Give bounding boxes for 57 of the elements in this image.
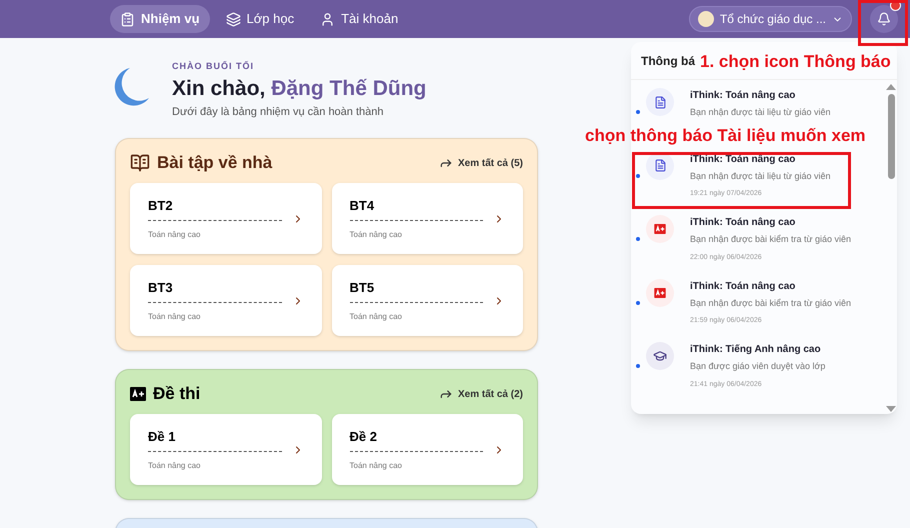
nav-tab[interactable]: Lớp học	[216, 5, 304, 33]
annotation-highlight-box	[858, 0, 908, 46]
layers-icon	[226, 12, 241, 26]
notification-body: Bạn được giáo viên duyệt vào lớp	[690, 360, 826, 373]
task-title: Đề 1	[148, 427, 282, 452]
bell-icon	[877, 12, 891, 26]
task-subject: Toán nâng cao	[148, 228, 202, 241]
notification-body: Bạn nhận được bài kiểm tra từ giáo viên	[690, 233, 852, 246]
grade-sheet-icon	[646, 215, 674, 243]
annotation-text: 1. chọn icon Thông báo	[700, 51, 891, 73]
user-icon	[320, 12, 336, 26]
organization-logo-icon	[698, 11, 714, 27]
view-all-link[interactable]: Xem tất cả (5)	[438, 156, 523, 170]
notification-body: Bạn nhận được tài liệu từ giáo viên	[690, 106, 831, 119]
section-title: Bài tập về nhà	[157, 152, 272, 174]
task-subject: Toán nâng cao	[350, 460, 403, 472]
task-subject: Toán nâng cao	[350, 228, 403, 241]
task-title: BT2	[148, 196, 282, 221]
notification-title: iThink: Toán nâng cao	[690, 280, 796, 294]
section-title: Đề thi	[153, 383, 200, 406]
notification-button[interactable]	[870, 5, 898, 33]
book-reader-icon	[130, 153, 150, 173]
notification-title: iThink: Tiếng Anh nâng cao	[690, 343, 822, 357]
task-card[interactable]: Đề 1 Toán nâng cao	[130, 414, 322, 485]
task-card[interactable]: BT5 Toán nâng cao	[332, 265, 523, 336]
nav-tab[interactable]: Tài khoản	[310, 5, 408, 33]
notification-title: iThink: Toán nâng cao	[690, 152, 796, 166]
task-card[interactable]: BT3 Toán nâng cao	[130, 265, 322, 336]
notification-title: iThink: Toán nâng cao	[690, 216, 796, 230]
task-card[interactable]: BT4 Toán nâng cao	[332, 183, 523, 254]
panel-title: Thông bá	[641, 52, 695, 70]
greeting-heading: Xin chào, Đặng Thế Dũng	[172, 76, 426, 102]
task-card[interactable]: Đề 2 Toán nâng cao	[332, 414, 523, 485]
task-title: BT3	[148, 278, 282, 303]
greeting-eyebrow: CHÀO BUỔI TỐI	[172, 60, 255, 73]
task-subject: Toán nâng cao	[350, 310, 403, 323]
notification-body: Bạn nhận được tài liệu từ giáo viên	[690, 170, 831, 183]
task-subject: Toán nâng cao	[148, 310, 202, 323]
annotation-text: chọn thông báo Tài liệu muốn xem	[585, 125, 866, 147]
organization-dropdown[interactable]: Tổ chức giáo dục ...	[688, 6, 852, 32]
clipboard-icon	[120, 12, 135, 26]
nav-tab[interactable]: Nhiệm vụ	[110, 5, 210, 33]
notification-item[interactable]: iThink: Toán nâng cao Bạn nhận được tài liệu từ giáo viên	[631, 88, 885, 120]
notification-body: Bạn nhận được bài kiểm tra từ giáo viên	[690, 296, 852, 310]
task-title: Đề 2	[350, 427, 483, 452]
task-title: BT4	[350, 196, 483, 221]
notification-title: iThink: Toán nâng cao	[690, 89, 796, 103]
greeting-subtitle: Dưới đây là bảng nhiệm vụ cần hoàn thành	[172, 104, 384, 120]
crescent-moon-icon	[112, 66, 150, 108]
graduation-cap-icon	[646, 342, 674, 370]
grade-sheet-icon	[646, 278, 674, 306]
view-all-link[interactable]: Xem tất cả (2)	[438, 386, 523, 402]
document-icon	[646, 88, 674, 116]
task-title: BT5	[350, 278, 483, 303]
grade-sheet-icon	[130, 387, 146, 401]
task-card[interactable]: BT2 Toán nâng cao	[130, 183, 322, 254]
task-subject: Toán nâng cao	[148, 460, 202, 472]
